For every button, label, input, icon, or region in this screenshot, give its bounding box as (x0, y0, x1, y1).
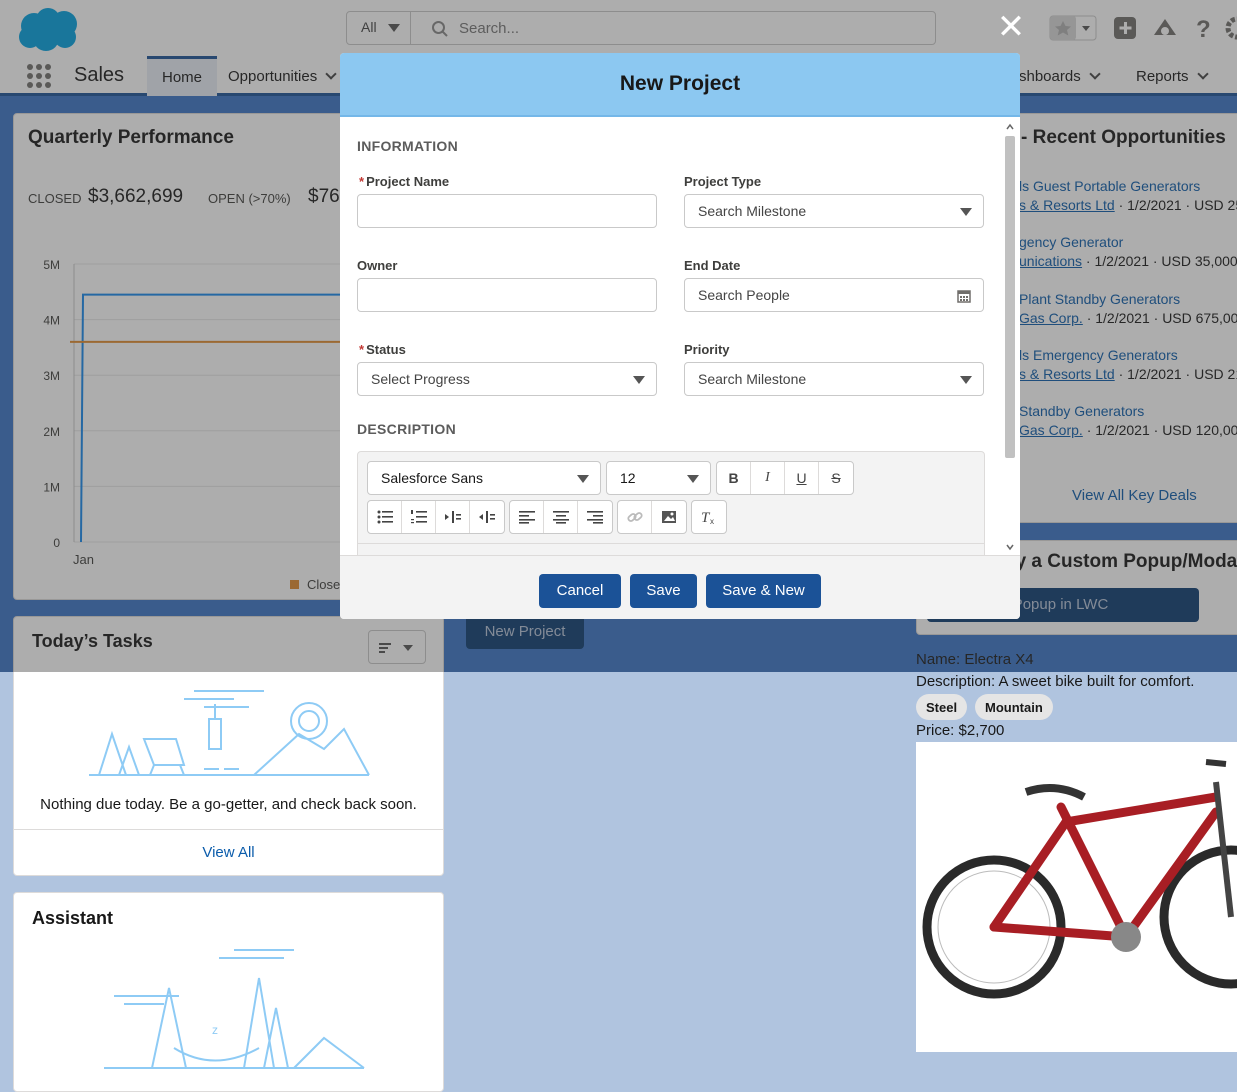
end-date-label: End Date (684, 258, 741, 273)
priority-value: Search Milestone (698, 371, 807, 387)
end-date-input[interactable]: Search People (684, 278, 984, 312)
save-button[interactable]: Save (630, 574, 697, 608)
end-date-value: Search People (698, 287, 790, 303)
image-icon[interactable] (652, 501, 686, 533)
project-name-input[interactable] (357, 194, 657, 228)
status-combobox[interactable]: Select Progress (357, 362, 657, 396)
indent-icon[interactable] (436, 501, 470, 533)
insert-group (617, 500, 687, 534)
align-right-icon[interactable] (578, 501, 612, 533)
scroll-down-icon[interactable] (1005, 542, 1015, 552)
numbered-list-icon[interactable] (402, 501, 436, 533)
strikethrough-icon[interactable]: S (819, 462, 853, 494)
priority-combobox[interactable]: Search Milestone (684, 362, 984, 396)
section-information-heading: INFORMATION (357, 138, 459, 154)
tag-steel: Steel (916, 694, 968, 720)
save-and-new-button[interactable]: Save & New (706, 574, 821, 608)
owner-input[interactable] (357, 278, 657, 312)
scrollbar-thumb[interactable] (1005, 136, 1015, 458)
font-family-select[interactable]: Salesforce Sans (367, 461, 601, 495)
product-image (916, 742, 1237, 1052)
scroll-up-icon[interactable] (1005, 122, 1015, 132)
project-type-value: Search Milestone (698, 203, 807, 219)
tasks-empty-message: Nothing due today. Be a go-getter, and c… (40, 796, 417, 813)
caret-down-icon (960, 376, 972, 384)
svg-text:z: z (212, 1023, 218, 1037)
status-label: * Status (359, 342, 406, 357)
outdent-icon[interactable] (470, 501, 504, 533)
svg-text:x: x (710, 517, 714, 525)
bulleted-list-icon[interactable] (368, 501, 402, 533)
required-marker: * (359, 174, 365, 189)
modal-title: New Project (619, 72, 741, 95)
new-project-modal: New Project INFORMATION * Project Name Pr… (340, 53, 1020, 619)
underline-icon[interactable]: U (785, 462, 819, 494)
modal-body: INFORMATION * Project Name Project Type S… (340, 117, 1020, 555)
align-center-icon[interactable] (544, 501, 578, 533)
clear-format-group: Tx (691, 500, 727, 534)
caret-down-icon (960, 208, 972, 216)
calendar-icon[interactable] (957, 289, 971, 303)
font-family-value: Salesforce Sans (381, 470, 483, 486)
italic-icon[interactable]: I (751, 462, 785, 494)
section-description-heading: DESCRIPTION (357, 421, 456, 437)
caret-down-icon (577, 475, 589, 483)
product-price: Price: $2,700 (916, 722, 1005, 739)
project-name-label: * Project Name (359, 174, 449, 189)
bicycle-image (922, 759, 1237, 999)
caret-down-icon (633, 376, 645, 384)
editor-divider (358, 543, 984, 544)
modal-footer: Cancel Save Save & New (340, 555, 1020, 619)
product-description: Description: A sweet bike built for comf… (916, 673, 1195, 690)
modal-scrollbar[interactable] (1002, 119, 1018, 553)
assistant-card: Assistant z (13, 892, 444, 1092)
status-label-text: Status (366, 342, 406, 357)
clear-formatting-icon[interactable]: Tx (692, 501, 726, 533)
assistant-illustration: z (104, 949, 365, 1069)
divider (14, 829, 443, 830)
align-left-icon[interactable] (510, 501, 544, 533)
modal-close-icon[interactable]: ✕ (996, 10, 1026, 44)
list-format-group (367, 500, 505, 534)
font-size-select[interactable]: 12 (606, 461, 711, 495)
required-marker: * (359, 342, 365, 357)
caret-down-icon (687, 475, 699, 483)
view-all-tasks-link[interactable]: View All (14, 844, 443, 861)
project-type-label: Project Type (684, 174, 762, 189)
owner-label: Owner (357, 258, 398, 273)
status-value: Select Progress (371, 371, 470, 387)
tag-mountain: Mountain (975, 694, 1053, 720)
tasks-empty-illustration (89, 690, 370, 776)
modal-header: New Project (340, 53, 1020, 117)
text-format-group: B I U S (716, 461, 854, 495)
link-icon[interactable] (618, 501, 652, 533)
bold-icon[interactable]: B (717, 462, 751, 494)
description-rich-text-editor: Salesforce Sans 12 B I U S T x (357, 451, 985, 555)
cancel-button[interactable]: Cancel (539, 574, 621, 608)
project-type-combobox[interactable]: Search Milestone (684, 194, 984, 228)
project-name-label-text: Project Name (366, 174, 450, 189)
font-size-value: 12 (620, 470, 636, 486)
priority-label: Priority (684, 342, 730, 357)
alignment-group (509, 500, 613, 534)
card-title: Assistant (32, 908, 114, 928)
